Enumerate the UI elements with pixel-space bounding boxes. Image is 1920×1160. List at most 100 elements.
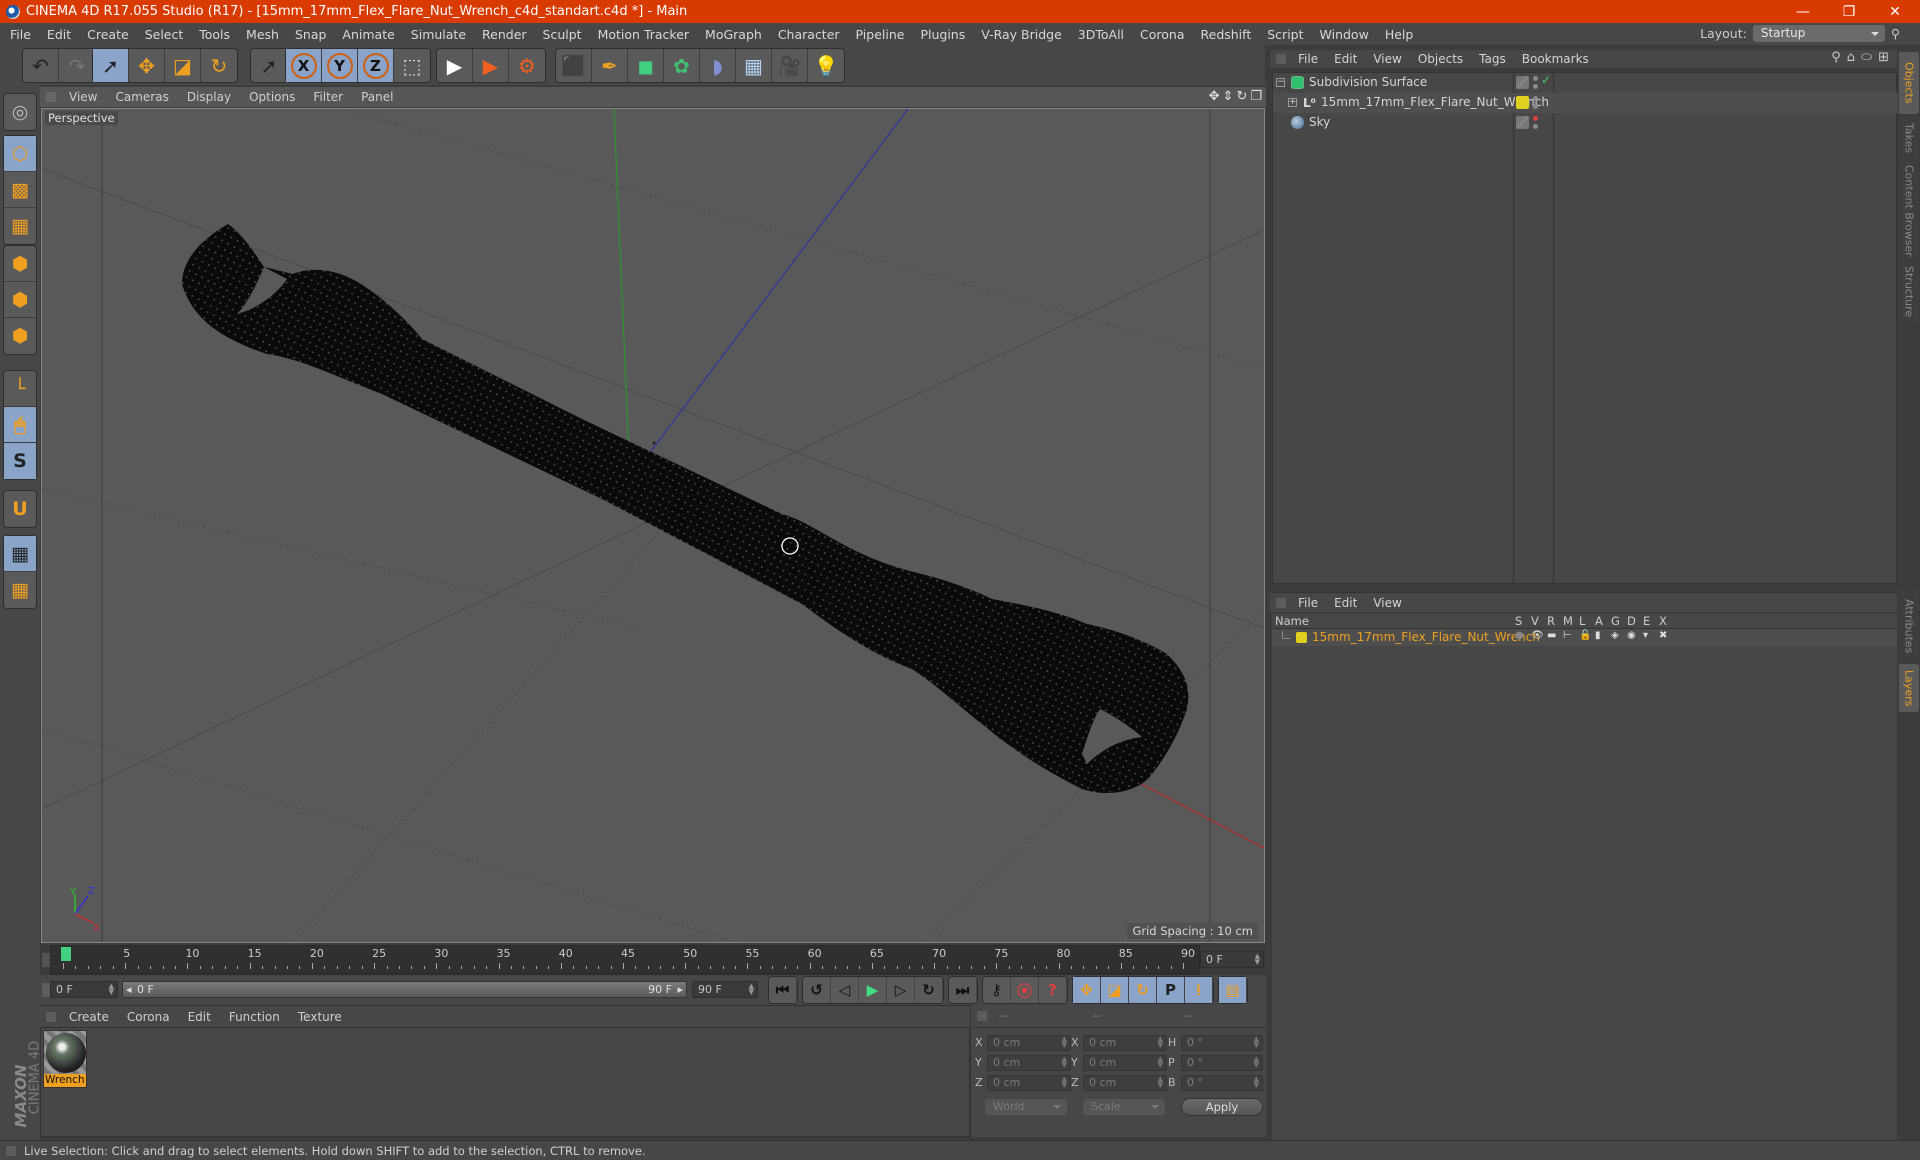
menu-plugins[interactable]: Plugins <box>912 27 973 42</box>
layout-dropdown[interactable]: Startup <box>1752 25 1885 42</box>
panel-grip[interactable] <box>1276 597 1286 608</box>
layer-x-toggle[interactable]: ✖ <box>1659 630 1667 641</box>
key-rotation-button[interactable]: ↻ <box>1129 977 1157 1003</box>
edges-mode-button[interactable]: ⬢ <box>4 282 36 318</box>
position-y-field[interactable]: 0 cm ▲ ▼ <box>987 1055 1071 1071</box>
render-view-button[interactable]: ▶ <box>437 49 473 82</box>
layer-e-toggle[interactable]: ▾ <box>1643 630 1648 641</box>
side-tab-takes[interactable]: Takes <box>1899 116 1919 160</box>
menu-motion-tracker[interactable]: Motion Tracker <box>590 27 697 42</box>
position-x-field[interactable]: 0 cm ▲ ▼ <box>987 1035 1071 1051</box>
material-name[interactable]: Wrench <box>44 1074 86 1087</box>
menu-corona[interactable]: Corona <box>1132 27 1192 42</box>
previous-frame-button[interactable]: ◁ <box>831 977 859 1003</box>
viewport-menu-display[interactable]: Display <box>178 90 240 104</box>
key-parameter-button[interactable]: P <box>1157 977 1185 1003</box>
layer-column-v[interactable]: V <box>1531 614 1539 628</box>
menu-3dtoall[interactable]: 3DToAll <box>1070 27 1132 42</box>
apply-button[interactable]: Apply <box>1181 1098 1263 1116</box>
layer-column-a[interactable]: A <box>1595 614 1603 628</box>
size-x-field[interactable]: 0 cm ▲ ▼ <box>1083 1035 1167 1051</box>
coord-transform-dropdown[interactable]: Scale <box>1083 1099 1165 1115</box>
menu-help[interactable]: Help <box>1377 27 1422 42</box>
expand-toggle-icon[interactable]: + <box>1288 98 1297 107</box>
home-icon[interactable]: ⌂ <box>1847 50 1855 65</box>
layer-v-toggle[interactable]: 👁 <box>1531 630 1544 641</box>
bend-deformer-button[interactable]: ◗ <box>700 49 736 82</box>
key-scale-button[interactable]: ◪ <box>1101 977 1129 1003</box>
spinner-icon[interactable]: ▲ ▼ <box>1158 1056 1163 1069</box>
tweak-mode-button[interactable]: 🖱 <box>4 407 36 443</box>
layer-name[interactable]: 15mm_17mm_Flex_Flare_Nut_Wrench <box>1312 630 1540 644</box>
live-selection-button[interactable]: ➚ <box>93 49 129 82</box>
spinner-icon[interactable]: ▲ ▼ <box>1062 1056 1067 1069</box>
spinner-icon[interactable]: ▲ ▼ <box>1254 1056 1259 1069</box>
axis-mode-button[interactable]: └ <box>4 371 36 407</box>
floor-button[interactable]: ▦ <box>736 49 772 82</box>
key-position-button[interactable]: ✥ <box>1073 977 1101 1003</box>
current-frame-field[interactable]: 0 F ▲ ▼ <box>1200 951 1264 968</box>
object-name[interactable]: Sky <box>1309 115 1330 129</box>
cube-primitive-button[interactable]: ⬛ <box>556 49 592 82</box>
layer-s-toggle[interactable]: ● <box>1515 630 1524 641</box>
side-tab-layers[interactable]: Layers <box>1899 664 1919 712</box>
key-point-level-button[interactable]: ⁞ <box>1185 977 1213 1003</box>
render-visibility-dot[interactable] <box>1533 124 1538 129</box>
layer-menu-view[interactable]: View <box>1365 596 1409 610</box>
menu-mograph[interactable]: MoGraph <box>697 27 770 42</box>
panel-grip[interactable] <box>1276 54 1286 64</box>
panel-grip[interactable] <box>977 1011 987 1021</box>
minimize-button[interactable]: — <box>1780 0 1826 23</box>
side-tab-content-browser[interactable]: Content Browser <box>1899 162 1919 260</box>
display-tag-icon[interactable] <box>1516 116 1529 129</box>
editor-visibility-dot[interactable] <box>1533 116 1538 121</box>
dolly-icon[interactable]: ⇕ <box>1223 89 1234 104</box>
spinner-icon[interactable]: ▲ ▼ <box>1062 1076 1067 1089</box>
camera-button[interactable]: 🎥 <box>772 49 808 82</box>
layer-menu-edit[interactable]: Edit <box>1326 596 1365 610</box>
spinner-icon[interactable]: ▲ ▼ <box>1158 1076 1163 1089</box>
object-row[interactable]: Sky <box>1273 113 1898 133</box>
layer-m-toggle[interactable]: ⊢ <box>1563 630 1572 641</box>
workplane-mode-button[interactable]: ▦ <box>4 208 36 244</box>
layer-column-r[interactable]: R <box>1547 614 1555 628</box>
go-to-end-button[interactable]: ⏭ <box>949 977 977 1003</box>
layer-column-g[interactable]: G <box>1611 614 1620 628</box>
layer-r-toggle[interactable]: ▬ <box>1547 630 1556 641</box>
menu-tools[interactable]: Tools <box>191 27 238 42</box>
layer-row[interactable]: 15mm_17mm_Flex_Flare_Nut_Wrench ● 👁 ▬ ⊢ 🔓 ▮ ◈ ◉ ▾… <box>1272 629 1897 646</box>
viewport-menu-filter[interactable]: Filter <box>304 90 352 104</box>
record-active-objects-button[interactable]: ⦿ <box>1011 977 1039 1003</box>
editor-visibility-dot[interactable] <box>1533 76 1538 81</box>
object-row[interactable]: − Subdivision Surface ✓ <box>1273 73 1898 93</box>
model-mode-button[interactable]: ⬡ <box>4 136 36 172</box>
object-menu-bookmarks[interactable]: Bookmarks <box>1514 52 1597 66</box>
menu-v-ray-bridge[interactable]: V-Ray Bridge <box>973 27 1070 42</box>
play-button[interactable]: ▶ <box>859 977 887 1003</box>
layer-a-toggle[interactable]: ▮ <box>1595 630 1601 641</box>
viewport-menu-options[interactable]: Options <box>240 90 304 104</box>
menu-pipeline[interactable]: Pipeline <box>848 27 913 42</box>
size-z-field[interactable]: 0 cm ▲ ▼ <box>1083 1075 1167 1091</box>
expand-toggle-icon[interactable]: − <box>1276 78 1285 87</box>
render-visibility-dot[interactable] <box>1533 84 1538 89</box>
coord-mode-dropdown[interactable]: World <box>985 1099 1067 1115</box>
maximize-view-icon[interactable]: ❐ <box>1250 89 1262 104</box>
rotation-b-field[interactable]: 0 ° ▲ ▼ <box>1181 1075 1263 1091</box>
redo-button[interactable]: ↷ <box>59 49 95 82</box>
viewport-menu-panel[interactable]: Panel <box>352 90 402 104</box>
spinner-icon[interactable]: ▲ ▼ <box>1062 1036 1067 1049</box>
size-y-field[interactable]: 0 cm ▲ ▼ <box>1083 1055 1167 1071</box>
menu-script[interactable]: Script <box>1259 27 1311 42</box>
layer-column-l[interactable]: L <box>1579 614 1585 628</box>
viewport-perspective[interactable]: Y Z X Perspective Grid Spacing : 10 cm <box>41 108 1265 943</box>
close-button[interactable]: ✕ <box>1872 0 1918 23</box>
playhead[interactable] <box>61 947 71 961</box>
snapping-button[interactable]: U <box>4 491 36 527</box>
side-tab-structure[interactable]: Structure <box>1899 262 1919 322</box>
object-row[interactable]: + L⁰ 15mm_17mm_Flex_Flare_Nut_Wrench <box>1273 93 1898 113</box>
frame-range-slider[interactable]: ◂ 0 F 90 F ▸ <box>122 981 687 998</box>
range-left-arrow-icon[interactable]: ◂ <box>126 983 132 996</box>
autokeying-button[interactable]: ? <box>1039 977 1067 1003</box>
next-keyframe-button[interactable]: ↻ <box>915 977 943 1003</box>
